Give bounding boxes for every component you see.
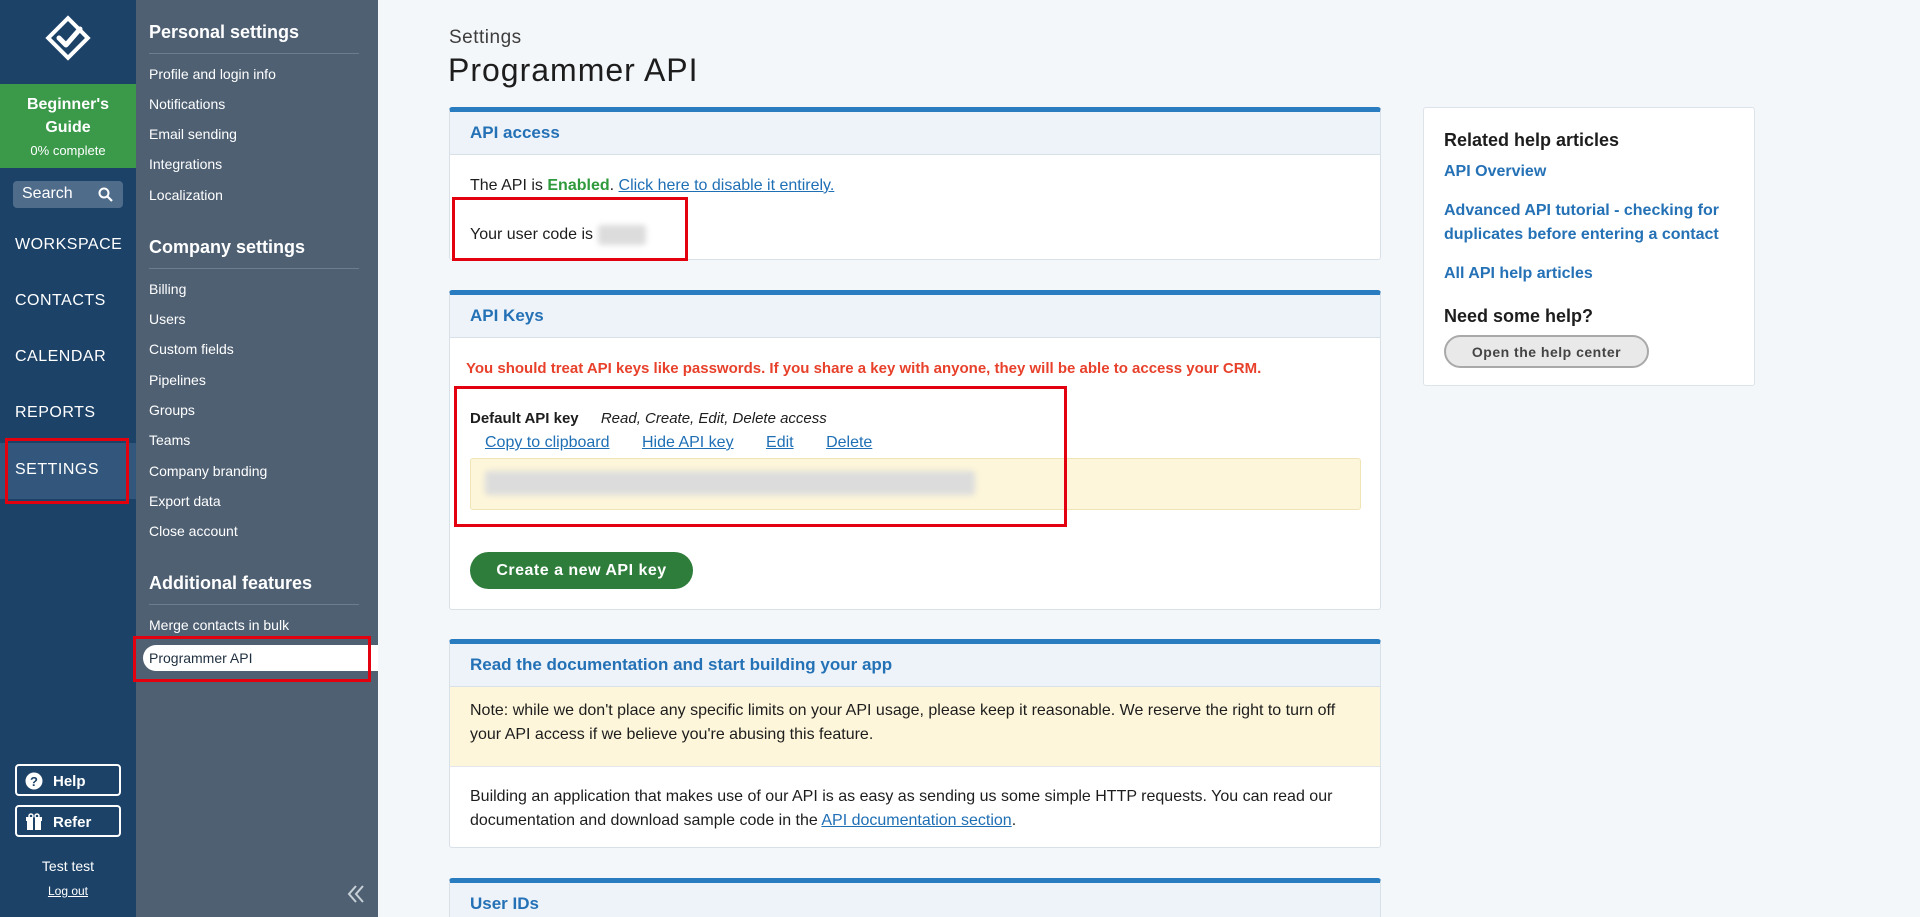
documentation-paragraph: Building an application that makes use o… (470, 785, 1360, 833)
api-keys-heading: API Keys (450, 295, 1380, 338)
question-icon: ? (25, 772, 43, 794)
usage-note: Note: while we don't place any specific … (450, 687, 1380, 767)
menu-item-export-data[interactable]: Export data (149, 493, 221, 509)
api-status-line: The API is Enabled. Click here to disabl… (470, 177, 834, 195)
nav-item-reports[interactable]: REPORTS (0, 386, 136, 442)
refer-label: Refer (53, 814, 92, 831)
menu-item-company-branding[interactable]: Company branding (149, 463, 267, 479)
related-help-title: Related help articles (1444, 130, 1620, 150)
menu-item-integrations[interactable]: Integrations (149, 156, 222, 172)
search-label: Search (22, 185, 73, 202)
help-link-api-overview[interactable]: API Overview (1444, 160, 1734, 184)
menu-item-teams[interactable]: Teams (149, 432, 190, 448)
menu-item-billing[interactable]: Billing (149, 281, 186, 297)
user-ids-card: User IDs (449, 878, 1381, 917)
search-button[interactable]: Search (13, 181, 123, 208)
menu-item-notifications[interactable]: Notifications (149, 96, 225, 112)
disable-api-link[interactable]: Click here to disable it entirely. (619, 177, 835, 194)
nav-item-contacts[interactable]: CONTACTS (0, 274, 136, 330)
api-key-warning: You should treat API keys like passwords… (466, 360, 1262, 377)
menu-item-groups[interactable]: Groups (149, 402, 195, 418)
beginners-guide[interactable]: Beginner's Guide 0% complete (0, 84, 136, 168)
highlight-user-code (452, 197, 688, 261)
svg-text:?: ? (30, 774, 38, 789)
nav-item-calendar[interactable]: CALENDAR (0, 330, 136, 386)
documentation-text-end: . (1011, 812, 1017, 829)
logout-link[interactable]: Log out (0, 884, 136, 898)
api-documentation-link[interactable]: API documentation section (821, 812, 1011, 829)
api-status-value: Enabled (547, 177, 610, 194)
menu-item-users[interactable]: Users (149, 311, 186, 327)
gift-icon (25, 813, 43, 835)
guide-title-line1: Beginner's (26, 96, 110, 113)
highlight-api-key (454, 386, 1067, 527)
help-label: Help (53, 773, 86, 790)
documentation-card: Read the documentation and start buildin… (449, 639, 1381, 848)
collapse-menu-icon[interactable] (346, 883, 366, 912)
highlight-settings-nav (5, 438, 129, 504)
menu-item-custom-fields[interactable]: Custom fields (149, 341, 234, 357)
settings-menu: Personal settings Profile and login info… (136, 0, 378, 917)
user-ids-heading: User IDs (450, 883, 1380, 917)
menu-item-email-sending[interactable]: Email sending (149, 126, 237, 142)
search-icon (98, 187, 113, 207)
nav-item-workspace[interactable]: WORKSPACE (0, 218, 136, 274)
user-name: Test test (41, 858, 95, 874)
refer-button[interactable]: Refer (15, 805, 121, 837)
api-status-suffix: . (609, 177, 615, 194)
additional-features-title: Additional features (149, 573, 359, 605)
create-api-key-button[interactable]: Create a new API key (470, 552, 693, 589)
api-access-heading: API access (450, 112, 1380, 155)
highlight-programmer-api (133, 636, 371, 682)
open-help-center-button[interactable]: Open the help center (1444, 335, 1649, 368)
help-link-all-articles[interactable]: All API help articles (1444, 262, 1734, 286)
help-articles-panel: Related help articles API Overview Advan… (1423, 107, 1755, 386)
menu-item-profile[interactable]: Profile and login info (149, 66, 276, 82)
menu-item-pipelines[interactable]: Pipelines (149, 372, 206, 388)
help-link-advanced-tutorial[interactable]: Advanced API tutorial - checking for dup… (1444, 199, 1734, 247)
help-button[interactable]: ? Help (15, 764, 121, 796)
app-logo-icon[interactable] (44, 14, 92, 62)
menu-item-localization[interactable]: Localization (149, 187, 223, 203)
menu-item-merge-contacts[interactable]: Merge contacts in bulk (149, 617, 289, 633)
need-help-title: Need some help? (1444, 306, 1594, 326)
guide-title-line2: Guide (45, 119, 91, 136)
company-settings-title: Company settings (149, 237, 359, 269)
personal-settings-title: Personal settings (149, 22, 359, 54)
guide-progress: 0% complete (30, 143, 106, 158)
api-status-prefix: The API is (470, 177, 548, 194)
menu-item-close-account[interactable]: Close account (149, 523, 238, 539)
page-title: Programmer API (448, 52, 699, 88)
documentation-heading: Read the documentation and start buildin… (450, 644, 1380, 687)
breadcrumb[interactable]: Settings (449, 27, 522, 49)
